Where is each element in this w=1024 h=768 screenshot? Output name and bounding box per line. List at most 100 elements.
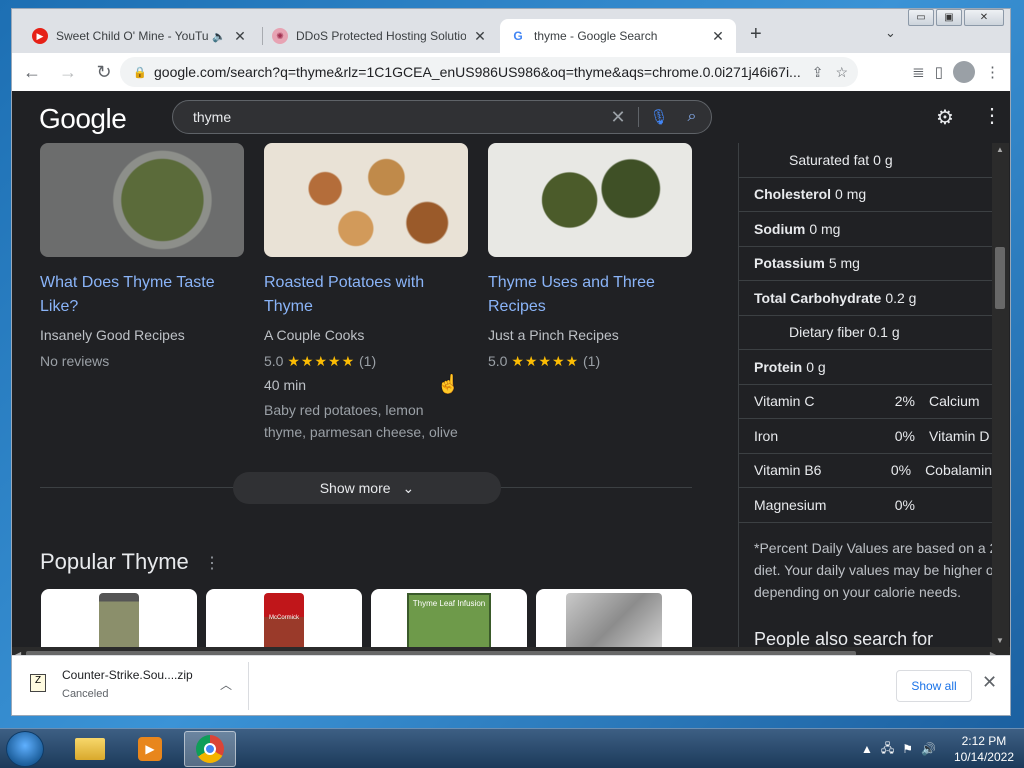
microphone-icon[interactable]: 🎙: [645, 108, 673, 126]
show-more-button[interactable]: Show more ⌄: [233, 472, 501, 504]
network-icon[interactable]: 🖧: [881, 739, 894, 760]
nutrient-name: Protein: [754, 358, 803, 375]
close-window-button[interactable]: ✕: [964, 9, 1004, 26]
close-tab-icon[interactable]: ✕: [472, 28, 488, 45]
chrome-menu-icon[interactable]: ⋮: [985, 63, 1000, 81]
nutrient-name: Total Carbohydrate: [754, 289, 882, 306]
product-card[interactable]: Thyme Leaf Infusion: [371, 589, 527, 647]
recipe-source: Just a Pinch Recipes: [488, 327, 619, 343]
media-player-icon[interactable]: ▶: [124, 731, 176, 767]
tab-search-chevron-icon[interactable]: ⌄: [885, 25, 896, 41]
recipe-card[interactable]: Roasted Potatoes with Thyme A Couple Coo…: [264, 143, 468, 443]
daily-values-footnote: *Percent Daily Values are based on a 2 d…: [739, 523, 992, 603]
vitamin-name: Vitamin B6: [754, 462, 822, 479]
download-bar: Z Counter-Strike.Sou....zip Canceled ︿ S…: [12, 655, 1010, 715]
new-tab-button[interactable]: +: [750, 23, 762, 46]
recipe-title[interactable]: Roasted Potatoes with Thyme: [264, 271, 468, 319]
divider: [248, 662, 249, 710]
mouse-cursor-icon: ☝: [437, 374, 460, 394]
maximize-button[interactable]: ▣: [936, 9, 962, 26]
star-icon: ★★★★★: [287, 353, 356, 369]
scroll-down-arrow-icon[interactable]: ▼: [996, 636, 1004, 645]
side-panel-icon[interactable]: ▯: [935, 63, 943, 81]
file-explorer-icon[interactable]: [64, 731, 116, 767]
product-card[interactable]: McCormick: [206, 589, 362, 647]
download-item[interactable]: Z Counter-Strike.Sou....zip Canceled ︿: [30, 668, 250, 704]
show-hidden-icons-icon[interactable]: ▲: [861, 742, 873, 756]
recipe-card[interactable]: What Does Thyme Taste Like? Insanely Goo…: [40, 143, 244, 371]
close-icon[interactable]: ✕: [982, 672, 997, 693]
download-filename[interactable]: Counter-Strike.Sou....zip: [62, 668, 193, 682]
share-icon[interactable]: ⇪: [812, 64, 824, 81]
volume-icon[interactable]: 🔊: [921, 742, 936, 756]
recipe-source: Insanely Good Recipes: [40, 327, 185, 343]
vertical-scrollbar[interactable]: ▲ ▼: [992, 143, 1009, 647]
chrome-taskbar-icon[interactable]: [184, 731, 236, 767]
product-card[interactable]: [536, 589, 692, 647]
nutrient-value: 0.2 g: [885, 289, 917, 306]
nutrition-row: Total Carbohydrate 0.2 g: [739, 281, 992, 316]
search-results-page: Google thyme ✕ 🎙 ⌕ ⚙ ⋮ What Does Thyme T…: [12, 91, 1010, 647]
search-icon[interactable]: ⌕: [673, 108, 711, 126]
vitamin-name: Vitamin D: [929, 427, 990, 444]
settings-gear-icon[interactable]: ⚙: [936, 105, 954, 130]
nutrition-row: Potassium 5 mg: [739, 247, 992, 281]
apps-menu-icon[interactable]: ⋮: [982, 103, 1002, 128]
recipe-rating: 5.0 ★★★★★ (1): [264, 351, 468, 371]
recipe-thumbnail[interactable]: [488, 143, 692, 257]
profile-avatar[interactable]: [953, 61, 975, 83]
close-tab-icon[interactable]: ✕: [710, 28, 726, 45]
nutrition-row: Cholesterol 0 mg: [739, 178, 992, 212]
divider: [638, 107, 639, 127]
footnote-line: depending on your calorie needs.: [754, 583, 962, 600]
recipe-card[interactable]: Thyme Uses and Three Recipes Just a Pinc…: [488, 143, 692, 371]
recipe-rating: No reviews: [40, 353, 110, 369]
vitamin-name: Vitamin C: [754, 393, 815, 410]
popular-heading: Popular Thyme: [40, 549, 189, 574]
download-status: Canceled: [62, 688, 109, 700]
reload-icon[interactable]: ↻: [88, 56, 120, 88]
lock-icon[interactable]: 🔒: [126, 66, 154, 79]
people-also-search-heading: People also search for: [754, 628, 934, 648]
product-card[interactable]: [41, 589, 197, 647]
product-bag-image: [566, 593, 662, 647]
clock[interactable]: 2:12 PM 10/14/2022: [954, 733, 1014, 765]
close-tab-icon[interactable]: ✕: [232, 28, 248, 45]
nutrient-value: 0 g: [873, 151, 893, 168]
minimize-button[interactable]: ▭: [908, 9, 934, 26]
url-text[interactable]: google.com/search?q=thyme&rlz=1C1GCEA_en…: [154, 64, 802, 80]
back-arrow-icon[interactable]: ←: [16, 56, 48, 88]
tab-google-search[interactable]: G thyme - Google Search ✕: [500, 19, 736, 53]
tab-ddos[interactable]: ✺ DDoS Protected Hosting Solutions ✕: [262, 19, 498, 53]
bookmark-star-icon[interactable]: ☆: [835, 64, 848, 81]
vitamin-row: Magnesium 0%: [739, 488, 992, 523]
recipe-title[interactable]: Thyme Uses and Three Recipes: [488, 271, 692, 319]
scroll-up-arrow-icon[interactable]: ▲: [996, 145, 1004, 154]
recipe-thumbnail[interactable]: [40, 143, 244, 257]
recipe-title[interactable]: What Does Thyme Taste Like?: [40, 271, 244, 319]
ddos-icon: ✺: [272, 28, 288, 44]
show-all-button[interactable]: Show all: [896, 670, 972, 702]
address-bar[interactable]: 🔒 google.com/search?q=thyme&rlz=1C1GCEA_…: [120, 57, 858, 87]
more-options-icon[interactable]: ⋮: [204, 553, 220, 573]
taskbar: ▶ ▲ 🖧 ⚑ 🔊 2:12 PM 10/14/2022: [0, 728, 1024, 768]
show-more-label: Show more: [319, 480, 391, 496]
forward-arrow-icon[interactable]: →: [52, 56, 84, 88]
vitamin-row: Iron 0% Vitamin D: [739, 419, 992, 454]
speaker-icon[interactable]: 🔈: [212, 30, 226, 43]
clear-search-icon[interactable]: ✕: [604, 107, 632, 128]
vitamin-percent: 0%: [894, 427, 915, 444]
search-input[interactable]: thyme: [173, 109, 604, 125]
recipe-description: Baby red potatoes, lemon thyme, parmesan…: [264, 402, 458, 440]
scrollbar-thumb[interactable]: [995, 247, 1005, 309]
action-center-flag-icon[interactable]: ⚑: [902, 742, 913, 756]
nutrient-value: 0 g: [806, 358, 826, 375]
recipe-thumbnail[interactable]: [264, 143, 468, 257]
tab-youtube[interactable]: ▶ Sweet Child O' Mine - YouTube 🔈 ✕: [22, 19, 258, 53]
google-logo[interactable]: Google: [39, 103, 127, 135]
start-button[interactable]: [6, 731, 44, 767]
chevron-up-icon[interactable]: ︿: [220, 676, 232, 693]
clock-time: 2:12 PM: [961, 734, 1007, 748]
search-box[interactable]: thyme ✕ 🎙 ⌕: [172, 100, 712, 134]
media-queue-icon[interactable]: ≣: [912, 63, 925, 81]
